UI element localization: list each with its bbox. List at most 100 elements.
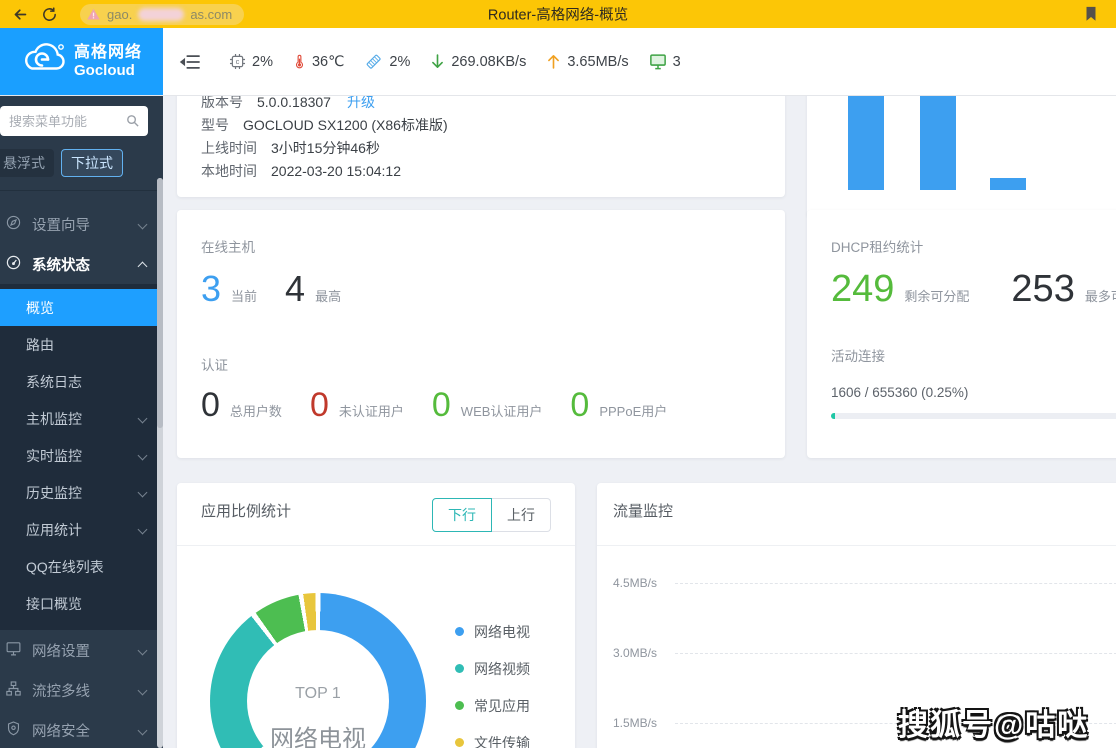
total-users-label: 总用户数	[230, 401, 282, 420]
model-value: GOCLOUD SX1200 (X86标准版)	[243, 117, 448, 133]
download-speed-value: 269.08KB/s	[451, 54, 526, 70]
connections-progressbar	[831, 413, 1116, 419]
legend-item-file-transfer[interactable]: 文件传输	[455, 724, 530, 748]
sidebar-scrollbar[interactable]	[157, 178, 163, 748]
menu-search	[0, 106, 148, 136]
upload-speed-value: 3.65MB/s	[567, 54, 628, 70]
app-header: 高格网络 Gocloud c 2% 36℃	[0, 28, 1116, 95]
search-icon[interactable]	[125, 113, 140, 133]
shield-icon	[5, 720, 22, 741]
watermark-text: 搜狐号@咕哒存储	[898, 700, 1116, 748]
sidebar-item-app-statistics[interactable]: 应用统计	[0, 511, 163, 548]
online-hosts-title: 在线主机	[201, 236, 761, 256]
sidebar-item-realtime-monitor[interactable]: 实时监控	[0, 437, 163, 474]
sidebar-item-label: 设置向导	[32, 214, 90, 235]
sidebar-item-routing[interactable]: 路由	[0, 326, 163, 363]
address-bar[interactable]: gao.as.com	[80, 4, 244, 25]
sidebar-item-history-monitor[interactable]: 历史监控	[0, 474, 163, 511]
main-content: 版本号5.0.0.18307升级 型号GOCLOUD SX1200 (X86标准…	[163, 95, 1116, 748]
sidebar-item-host-monitor[interactable]: 主机监控	[0, 400, 163, 437]
submenu-label: 应用统计	[26, 520, 82, 540]
refresh-icon[interactable]	[41, 6, 58, 23]
connections-progress-fill	[831, 413, 835, 419]
gauge-icon	[5, 254, 22, 275]
sidebar-item-system-status[interactable]: 系统状态	[0, 244, 163, 284]
direction-toggle: 下行 上行	[432, 498, 551, 532]
chevron-down-icon	[138, 451, 148, 461]
auth-numbers: 0 总用户数 0 未认证用户 0 WEB认证用户 0 PPPoE用户	[201, 386, 761, 425]
unauth-users-value: 0	[310, 386, 329, 425]
localtime-value: 2022-03-20 15:04:12	[271, 163, 401, 179]
downstream-button[interactable]: 下行	[432, 498, 492, 532]
url-text-suffix: as.com	[190, 7, 232, 22]
submenu-label: 路由	[26, 335, 54, 355]
current-hosts-label: 当前	[231, 286, 257, 305]
card-divider	[177, 545, 575, 546]
brand-name: 高格网络	[74, 44, 142, 62]
brand-subname: Gocloud	[74, 62, 142, 79]
app-ratio-card: 应用比例统计 下行 上行 TOP 1 网络电视 网络电视 网络视频 常见应用 文…	[177, 483, 575, 748]
chevron-down-icon	[138, 725, 148, 735]
temperature-value: 36℃	[312, 54, 344, 70]
dhcp-title: DHCP租约统计	[831, 236, 1116, 256]
legend-item-iptv[interactable]: 网络电视	[455, 613, 530, 650]
web-auth-users-label: WEB认证用户	[461, 401, 543, 420]
upstream-button[interactable]: 上行	[492, 498, 551, 532]
active-connections-title: 活动连接	[831, 345, 1116, 365]
y-axis-tick-45: 4.5MB/s	[613, 576, 657, 590]
sidebar-item-qq-online-list[interactable]: QQ在线列表	[0, 548, 163, 585]
sidebar-item-label: 系统状态	[32, 254, 90, 275]
sidebar-item-label: 网络安全	[32, 720, 90, 741]
traffic-monitor-title: 流量监控	[597, 483, 1116, 521]
thermometer-icon	[292, 52, 307, 71]
tab-floating-style[interactable]: 悬浮式	[0, 149, 54, 177]
sidebar-item-network-security[interactable]: 网络安全	[0, 710, 163, 748]
localtime-row: 本地时间2022-03-20 15:04:12	[201, 160, 761, 183]
chevron-down-icon	[138, 488, 148, 498]
active-connections-value: 1606 / 655360 (0.25%)	[831, 385, 1116, 400]
ram-icon	[363, 52, 384, 71]
bookmark-icon[interactable]	[1082, 4, 1100, 24]
web-auth-users-value: 0	[432, 386, 451, 425]
current-hosts-value: 3	[201, 268, 221, 310]
bar-1	[848, 95, 884, 190]
legend-label: 网络视频	[474, 659, 530, 679]
url-censored-blur	[138, 8, 184, 21]
bar-3	[990, 178, 1026, 190]
scrollbar-thumb[interactable]	[157, 178, 163, 428]
total-users-value: 0	[201, 386, 220, 425]
svg-text:c: c	[236, 57, 240, 66]
legend-item-common-apps[interactable]: 常见应用	[455, 687, 530, 724]
sidebar-item-network-settings[interactable]: 网络设置	[0, 630, 163, 670]
unauth-users-label: 未认证用户	[339, 401, 404, 420]
upgrade-link[interactable]: 升级	[347, 95, 375, 110]
legend-item-video[interactable]: 网络视频	[455, 650, 530, 687]
memory-usage-stat: 2%	[363, 52, 410, 71]
header-statusbar: c 2% 36℃ 2% 269.08KB/s	[163, 28, 1116, 95]
hub-topology-icon	[5, 680, 22, 701]
chevron-down-icon	[138, 219, 148, 229]
chevron-down-icon	[138, 685, 148, 695]
card-divider	[597, 545, 1116, 546]
compass-icon	[5, 214, 22, 235]
submenu-label: 历史监控	[26, 483, 82, 503]
sidebar-item-interface-overview[interactable]: 接口概览	[0, 585, 163, 622]
sidebar-item-system-log[interactable]: 系统日志	[0, 363, 163, 400]
submenu-label: 系统日志	[26, 372, 82, 392]
online-hosts-card: 在线主机 3 当前 4 最高 认证 0 总用户数 0 未认证用户 0 WEB认证…	[177, 210, 785, 458]
sidebar-item-overview[interactable]: 概览	[0, 289, 163, 326]
memory-usage-value: 2%	[389, 54, 410, 70]
chevron-down-icon	[138, 414, 148, 424]
submenu-label: 实时监控	[26, 446, 82, 466]
back-icon[interactable]	[12, 6, 29, 23]
uptime-value: 3小时15分钟46秒	[271, 140, 380, 156]
sidebar-item-setup-wizard[interactable]: 设置向导	[0, 204, 163, 244]
tab-dropdown-style[interactable]: 下拉式	[61, 149, 123, 177]
system-info-card: 版本号5.0.0.18307升级 型号GOCLOUD SX1200 (X86标准…	[177, 95, 785, 197]
submenu-label: 主机监控	[26, 409, 82, 429]
app-ratio-donut-chart: TOP 1 网络电视	[210, 593, 426, 748]
online-clients-value: 3	[673, 54, 681, 70]
temperature-stat: 36℃	[292, 52, 344, 71]
sidebar-item-flow-control[interactable]: 流控多线	[0, 670, 163, 710]
collapse-sidebar-icon[interactable]	[179, 53, 201, 71]
